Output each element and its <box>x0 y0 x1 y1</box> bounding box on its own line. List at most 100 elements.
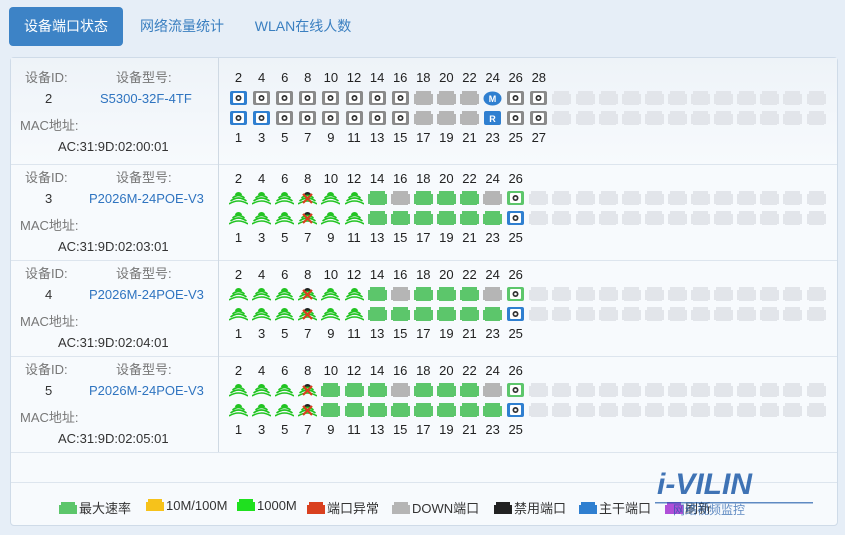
port-icon-poe-dis[interactable] <box>298 382 318 398</box>
port-icon-max[interactable] <box>367 190 387 206</box>
port-icon-poe-err[interactable] <box>298 306 318 322</box>
port-icon-poe[interactable] <box>229 402 248 418</box>
port-icon-fiber-green[interactable] <box>506 190 525 206</box>
port-icon-max[interactable] <box>483 210 503 226</box>
port-icon-max[interactable] <box>436 210 456 226</box>
port-icon-fiber[interactable] <box>368 90 387 106</box>
port-icon-poe[interactable] <box>229 190 248 206</box>
port-icon-down[interactable] <box>483 286 503 302</box>
port-icon-max[interactable] <box>367 210 387 226</box>
port-icon-fiber[interactable] <box>298 110 317 126</box>
port-icon-down[interactable] <box>483 190 503 206</box>
port-icon-fiber[interactable] <box>321 90 340 106</box>
port-icon-down[interactable] <box>390 382 410 398</box>
port-icon-poe[interactable] <box>229 210 248 226</box>
device-model-link[interactable]: S5300-32F-4TF <box>100 91 192 106</box>
port-icon-max[interactable] <box>413 286 433 302</box>
port-icon-fiber-trunk[interactable] <box>506 306 525 322</box>
port-icon-poe[interactable] <box>344 306 364 322</box>
port-icon-poe[interactable] <box>321 286 341 302</box>
port-icon-poe[interactable] <box>252 190 272 206</box>
device-model-link[interactable]: P2026M-24POE-V3 <box>89 191 204 206</box>
port-icon-poe[interactable] <box>321 210 341 226</box>
port-icon-poe-err[interactable] <box>298 402 318 418</box>
port-icon-max[interactable] <box>413 402 433 418</box>
port-icon-poe[interactable] <box>275 210 295 226</box>
tab-wlan-online[interactable]: WLAN在线人数 <box>245 7 361 46</box>
port-icon-fiber-trunk[interactable] <box>506 210 525 226</box>
port-icon-max[interactable] <box>436 382 456 398</box>
port-icon-down[interactable] <box>413 110 433 126</box>
port-icon-fiber-trunk[interactable] <box>506 402 525 418</box>
port-icon-max[interactable] <box>390 402 410 418</box>
port-icon-max[interactable] <box>390 306 410 322</box>
device-model-link[interactable]: P2026M-24POE-V3 <box>89 383 204 398</box>
port-icon-fiber[interactable] <box>391 90 410 106</box>
port-icon-max[interactable] <box>413 190 433 206</box>
port-icon-poe[interactable] <box>275 190 295 206</box>
port-icon-max[interactable] <box>413 382 433 398</box>
port-icon-down[interactable] <box>483 382 503 398</box>
port-icon-poe-err[interactable] <box>298 210 318 226</box>
port-icon-down[interactable] <box>460 110 479 126</box>
port-icon-poe[interactable] <box>252 402 272 418</box>
port-icon-fiber[interactable] <box>391 110 410 126</box>
port-icon-fiber[interactable] <box>345 110 364 126</box>
port-icon-max[interactable] <box>344 382 364 398</box>
port-icon-max[interactable] <box>344 402 364 418</box>
port-icon-fiber-trunk[interactable] <box>252 110 271 126</box>
port-icon-poe-dis[interactable] <box>298 286 318 302</box>
tab-traffic-stats[interactable]: 网络流量统计 <box>130 7 234 46</box>
port-icon-poe[interactable] <box>252 306 272 322</box>
port-icon-poe[interactable] <box>275 402 295 418</box>
port-icon-max[interactable] <box>436 402 456 418</box>
port-icon-poe[interactable] <box>344 190 364 206</box>
port-icon-poe[interactable] <box>252 382 272 398</box>
port-icon-max[interactable] <box>460 286 479 302</box>
port-icon-fiber-green[interactable] <box>506 382 525 398</box>
port-icon-down[interactable] <box>436 90 456 106</box>
port-icon-fiber[interactable] <box>529 110 548 126</box>
port-icon-max[interactable] <box>436 190 456 206</box>
port-icon-max[interactable] <box>321 402 341 418</box>
port-icon-poe[interactable] <box>321 190 341 206</box>
port-icon-fiber-green[interactable] <box>506 286 525 302</box>
port-icon-poe-err[interactable] <box>298 190 318 206</box>
port-icon-max[interactable] <box>483 306 503 322</box>
port-icon-poe[interactable] <box>229 286 248 302</box>
port-icon-rst[interactable]: R <box>483 110 502 126</box>
port-icon-max[interactable] <box>413 210 433 226</box>
port-icon-max[interactable] <box>460 382 479 398</box>
port-icon-down[interactable] <box>413 90 433 106</box>
port-icon-max[interactable] <box>321 382 341 398</box>
port-icon-max[interactable] <box>367 382 387 398</box>
port-icon-fiber-trunk[interactable] <box>229 90 248 106</box>
port-icon-poe[interactable] <box>275 286 295 302</box>
port-icon-poe[interactable] <box>252 286 272 302</box>
port-icon-fiber[interactable] <box>368 110 387 126</box>
port-icon-max[interactable] <box>460 306 479 322</box>
port-icon-fiber[interactable] <box>275 90 294 106</box>
port-icon-max[interactable] <box>436 286 456 302</box>
port-icon-max[interactable] <box>436 306 456 322</box>
port-icon-max[interactable] <box>367 306 387 322</box>
port-icon-down[interactable] <box>390 286 410 302</box>
port-icon-poe[interactable] <box>344 286 364 302</box>
port-icon-fiber[interactable] <box>298 90 317 106</box>
port-icon-poe[interactable] <box>321 306 341 322</box>
port-icon-poe[interactable] <box>229 382 248 398</box>
port-icon-poe[interactable] <box>275 306 295 322</box>
port-icon-max[interactable] <box>460 210 479 226</box>
port-icon-fiber[interactable] <box>506 110 525 126</box>
port-icon-poe[interactable] <box>252 210 272 226</box>
port-icon-max[interactable] <box>483 402 503 418</box>
port-icon-down[interactable] <box>436 110 456 126</box>
port-icon-max[interactable] <box>367 286 387 302</box>
port-icon-poe[interactable] <box>275 382 295 398</box>
port-icon-down[interactable] <box>460 90 479 106</box>
tab-port-status[interactable]: 设备端口状态 <box>9 7 123 46</box>
port-icon-max[interactable] <box>460 190 479 206</box>
port-icon-mgmt[interactable]: M <box>483 90 502 106</box>
device-model-link[interactable]: P2026M-24POE-V3 <box>89 287 204 302</box>
port-icon-fiber-trunk[interactable] <box>229 110 248 126</box>
